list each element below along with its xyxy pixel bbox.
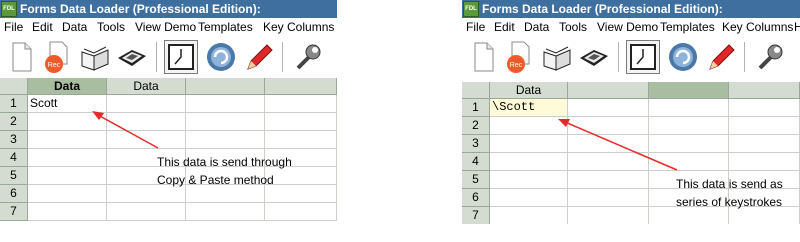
annotation-arrow: [558, 119, 678, 171]
annotation-arrow: [92, 111, 159, 149]
left-screenshot: FDL Forms Data Loader (Professional Edit…: [0, 0, 337, 224]
right-screenshot: FDL Forms Data Loader (Professional Edit…: [462, 0, 800, 224]
